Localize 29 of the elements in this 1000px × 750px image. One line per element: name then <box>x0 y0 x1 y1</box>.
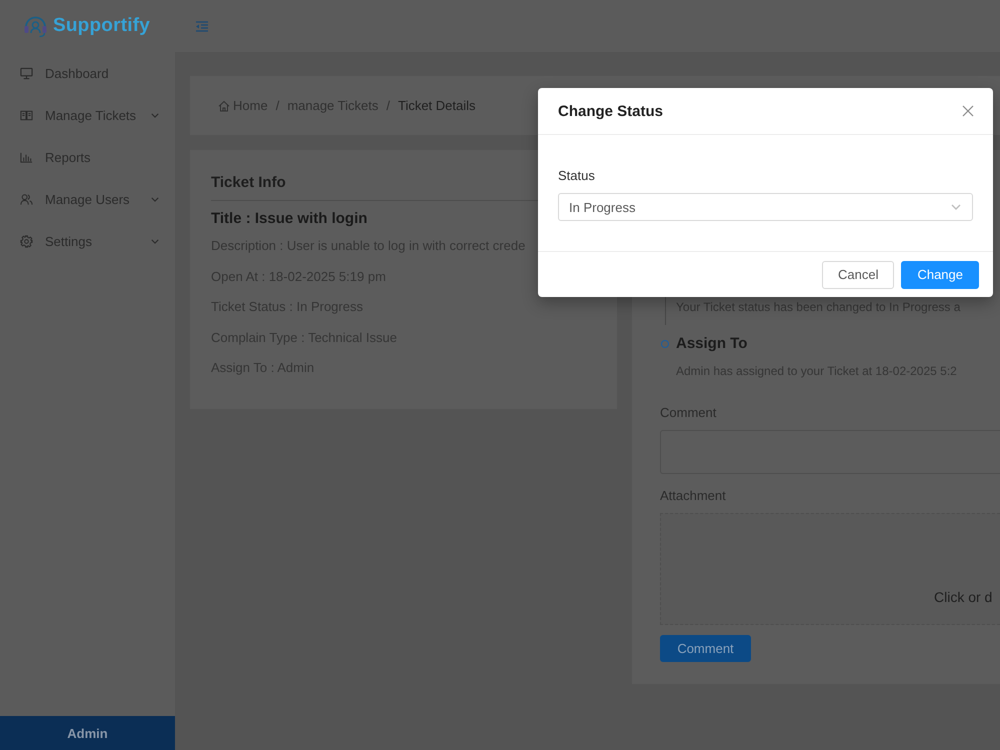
breadcrumb-separator: / <box>386 98 390 113</box>
book-icon <box>20 108 33 122</box>
change-button[interactable]: Change <box>901 260 979 288</box>
ticket-title: Title : Issue with login <box>211 210 368 228</box>
timeline-title: Assign To <box>676 334 748 354</box>
menu-icon[interactable] <box>196 20 208 32</box>
bar-chart-icon <box>20 150 33 164</box>
users-icon <box>20 192 33 206</box>
monitor-icon <box>20 66 33 80</box>
cancel-button[interactable]: Cancel <box>822 260 894 288</box>
status-select[interactable]: In Progress <box>558 193 973 221</box>
breadcrumb-separator: / <box>276 98 280 113</box>
dialog-title: Change Status <box>558 102 664 120</box>
card-heading: Ticket Info <box>211 173 286 193</box>
status-label: Status <box>558 167 596 185</box>
chevron-down-icon <box>951 204 961 210</box>
home-icon <box>218 100 230 112</box>
chevron-down-icon <box>151 238 159 244</box>
settings-icon <box>20 234 33 248</box>
chevron-down-icon <box>151 112 159 118</box>
chevron-down-icon <box>151 196 159 202</box>
user-footer: Admin <box>0 716 175 750</box>
upload-dropzone[interactable]: Click or d <box>660 513 1000 625</box>
logo-text: Supportify <box>53 15 150 37</box>
breadcrumb-current: Ticket Details <box>398 98 476 113</box>
timeline-dot-icon <box>661 340 669 348</box>
headset-icon <box>23 14 48 38</box>
comment-button[interactable]: Comment <box>660 635 751 662</box>
close-icon[interactable] <box>962 105 974 117</box>
